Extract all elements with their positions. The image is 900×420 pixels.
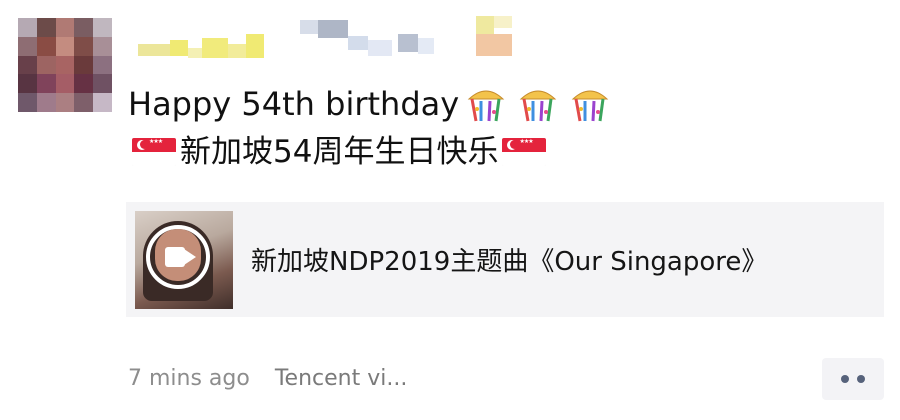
more-options-dot xyxy=(857,375,865,383)
singapore-flag-icon: ★★★ xyxy=(502,138,547,166)
singapore-flag-icon: ★★★ xyxy=(132,138,176,166)
post-meta: 7 mins ago Tencent vi... xyxy=(128,366,407,391)
shared-video-title[interactable]: 新加坡NDP2019主题曲《Our Singapore》 xyxy=(251,241,767,278)
avatar[interactable] xyxy=(18,18,112,112)
party-popper-icon xyxy=(571,90,609,122)
video-camera-icon xyxy=(165,246,185,267)
post-text-chinese: 新加坡54周年生日快乐 xyxy=(180,134,499,170)
party-popper-icon xyxy=(519,90,557,122)
post-text-line-2: ★★★ 新加坡54周年生日快乐 ★★★ xyxy=(128,132,550,172)
post-text-line-1: Happy 54th birthday xyxy=(128,84,613,124)
video-camera-lens-icon xyxy=(184,248,196,265)
post-time: 7 mins ago xyxy=(128,366,250,391)
author-name[interactable] xyxy=(128,16,548,60)
post-text-english: Happy 54th birthday xyxy=(128,85,460,123)
more-options-dot xyxy=(841,375,849,383)
more-options-button[interactable] xyxy=(822,358,884,400)
shared-video-card[interactable]: 新加坡NDP2019主题曲《Our Singapore》 xyxy=(126,202,884,317)
video-thumbnail[interactable] xyxy=(135,210,233,309)
post-source[interactable]: Tencent vi... xyxy=(275,366,407,391)
party-popper-icon xyxy=(467,90,505,122)
